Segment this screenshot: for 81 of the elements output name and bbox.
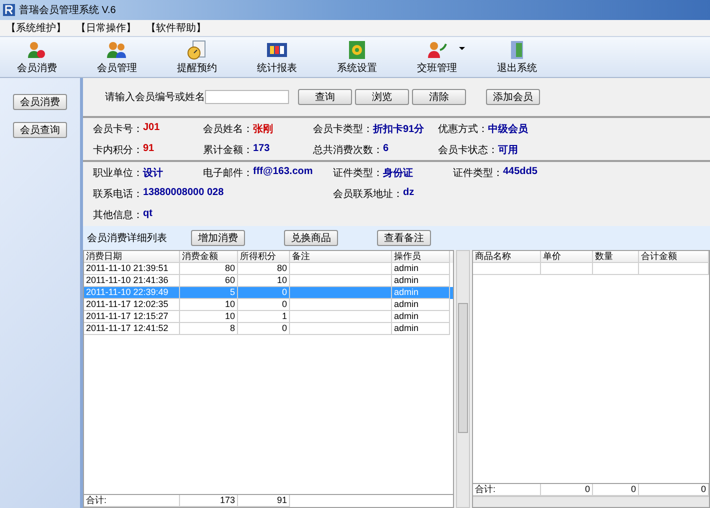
table-cell [639,263,709,275]
list-title: 会员消费详细列表 [87,232,168,245]
search-label: 请输入会员编号或姓名 [105,90,205,104]
column-header[interactable]: 操作员 [392,251,450,263]
field-value: 身份证 [383,166,413,180]
field-label: 职业单位： [93,166,143,180]
column-header[interactable]: 商品名称 [473,251,541,263]
table-row[interactable]: 2011-11-17 12:41:52 8 0 admin [84,323,454,335]
table-cell [541,263,593,275]
menu-item[interactable]: 【系统维护】 [6,21,66,35]
total-cell: 合计: [84,495,180,507]
field-value: fff@163.com [253,166,313,179]
field-value: 可用 [498,144,518,156]
field-label: 会员卡类型： [313,122,373,136]
toolbar-button[interactable]: 退出系统 [484,37,550,77]
total-cell: 91 [238,495,290,507]
search-button[interactable]: 浏览 [355,89,409,105]
search-button[interactable]: 查询 [298,89,352,105]
people-arrow-icon [426,40,448,60]
toolbar-button[interactable]: 提醒预约 [164,37,230,77]
field-label: 证件类型： [333,166,383,180]
scrollbar[interactable] [473,496,709,507]
field-value: 173 [253,142,270,156]
field-value: 设计 [143,166,163,180]
field-value: 张刚 [253,122,273,136]
field-value: 91 [143,142,154,156]
menu-item[interactable]: 【日常操作】 [76,21,136,35]
search-button[interactable]: 清除 [412,89,466,105]
clock-document-icon [186,40,208,60]
column-header[interactable]: 备注 [290,251,392,263]
list-button[interactable]: 增加消费 [191,230,245,246]
field-label: 会员卡状态： [438,144,498,156]
menu-item[interactable]: 【软件帮助】 [146,21,206,35]
field-label: 会员卡号： [93,122,143,136]
toolbar-button[interactable]: 交班管理 [404,37,470,77]
sidebar-button[interactable]: 会员查询 [13,122,67,138]
field-value: 13880008000 028 [143,186,224,200]
column-header[interactable]: 消费日期 [84,251,180,263]
gear-icon [346,40,368,60]
add-member-button[interactable]: 添加会员 [486,89,540,105]
total-cell: 173 [180,495,238,507]
app-logo-icon [3,4,15,16]
field-value: 折扣卡91分 [373,122,424,136]
field-label: 优惠方式： [438,122,488,136]
table-row[interactable]: 2011-11-10 21:39:51 80 80 admin [84,263,454,275]
people-icon [106,40,128,60]
field-label: 其他信息： [93,208,143,222]
people-icon [26,40,48,60]
field-label: 证件类型： [453,166,503,180]
field-label: 联系电话： [93,188,143,201]
search-field[interactable] [205,90,289,104]
field-label: 卡内积分： [93,144,143,156]
window-title: 普瑞会员管理系统 V.6 [19,4,116,17]
field-value: 445dd5 [503,166,538,179]
column-header[interactable]: 消费金额 [180,251,238,263]
column-header[interactable]: 合计金额 [639,251,709,263]
list-button[interactable]: 查看备注 [377,230,431,246]
field-value: dz [403,186,414,200]
sidebar-button[interactable]: 会员消费 [13,94,67,110]
table-row[interactable]: 2011-11-17 12:15:27 10 1 admin [84,311,454,323]
list-button[interactable]: 兑换商品 [284,230,338,246]
toolbar-button[interactable]: 系统设置 [324,37,390,77]
scrollbar[interactable] [456,250,470,508]
field-value: 6 [383,142,389,156]
field-label: 累计金额： [203,144,253,156]
column-header[interactable]: 所得积分 [238,251,290,263]
toolbar-button[interactable]: 会员管理 [84,37,150,77]
toolbar-button[interactable]: 统计报表 [244,37,310,77]
table-cell [473,263,541,275]
column-header[interactable]: 单价 [541,251,593,263]
column-header[interactable]: 数量 [593,251,639,263]
field-value: qt [143,208,152,222]
toolbar-button[interactable]: 会员消费 [4,37,70,77]
field-label: 会员联系地址： [333,188,403,201]
table-row[interactable]: 2011-11-17 12:02:35 10 0 admin [84,299,454,311]
table-cell [593,263,639,275]
field-value: J01 [143,122,160,134]
field-label: 总共消费次数： [313,144,383,156]
field-label: 会员姓名： [203,122,253,136]
field-value: 中级会员 [488,122,528,136]
field-label: 电子邮件： [203,166,253,180]
